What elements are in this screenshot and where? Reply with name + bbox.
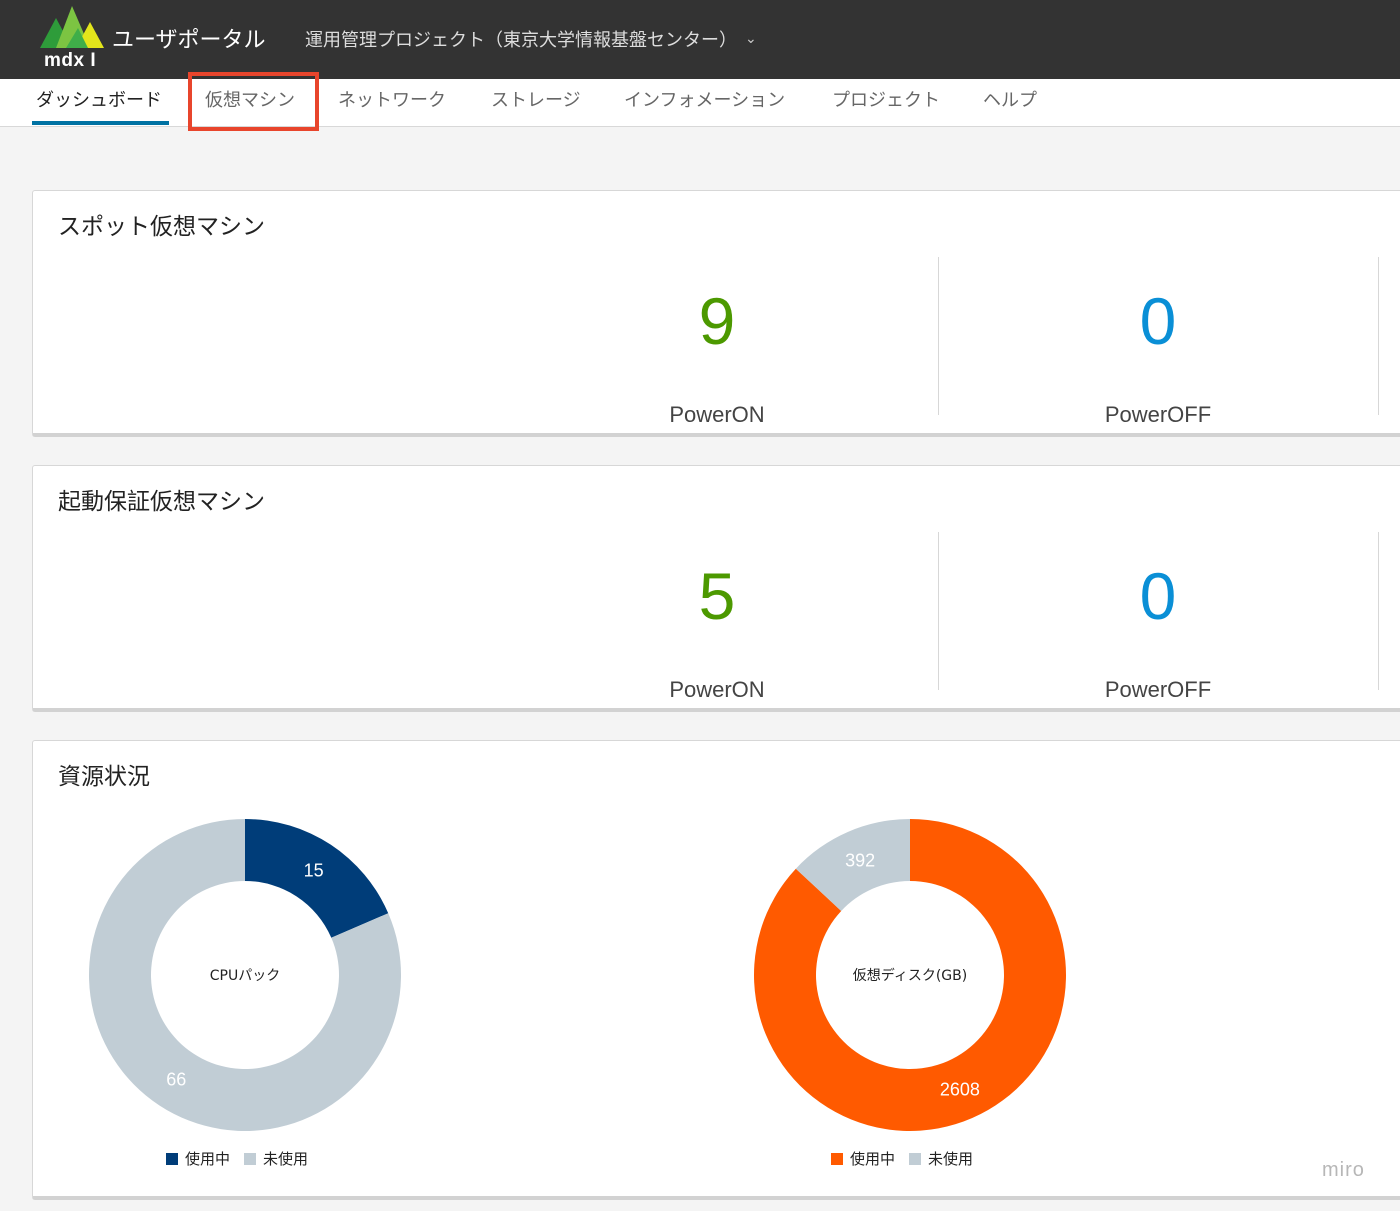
app-title: ユーザポータル (112, 28, 266, 53)
cpu-pack-donut-chart[interactable]: 15 66 CPUパック (88, 818, 402, 1132)
tab-information[interactable]: インフォメーション (624, 79, 785, 127)
miro-watermark: miro (1322, 1159, 1365, 1181)
power-off-label: PowerOFF (1104, 677, 1212, 702)
legend-item-unused[interactable]: 未使用 (244, 1148, 308, 1169)
chevron-down-icon: ⌄ (745, 31, 757, 47)
legend-label: 未使用 (928, 1150, 974, 1168)
legend-label: 使用中 (850, 1150, 896, 1168)
power-on-count: 9 (698, 284, 736, 358)
donut-center-title: 仮想ディスク(GB) (853, 967, 967, 984)
donut-value-label: 15 (304, 861, 324, 881)
power-off-count: 0 (1139, 559, 1177, 633)
project-name: 運用管理プロジェクト（東京大学情報基盤センター） (305, 30, 737, 51)
power-on-stat[interactable]: 9 PowerON (497, 288, 937, 428)
disk-chart-legend: 使用中 未使用 (831, 1148, 973, 1169)
donut-value-label: 66 (166, 1069, 186, 1089)
power-on-label: PowerON (669, 402, 765, 427)
power-on-label: PowerON (669, 677, 765, 702)
legend-swatch (166, 1152, 178, 1165)
tab-virtual-machines[interactable]: 仮想マシン (205, 79, 295, 127)
cpu-chart-legend: 使用中 未使用 (166, 1148, 308, 1169)
card-title: 資源状況 (58, 764, 150, 790)
legend-swatch (831, 1152, 843, 1165)
card-title: スポット仮想マシン (58, 214, 265, 240)
project-selector[interactable]: 運用管理プロジェクト（東京大学情報基盤センター） ⌄ (305, 26, 757, 52)
power-on-count: 5 (698, 559, 736, 633)
legend-swatch (909, 1152, 922, 1165)
main-nav: ダッシュボード 仮想マシン ネットワーク ストレージ インフォメーション プロジ… (0, 79, 1400, 127)
tab-storage[interactable]: ストレージ (491, 79, 581, 127)
power-off-stat[interactable]: 0 PowerOFF (938, 288, 1378, 428)
virtual-disk-donut-chart[interactable]: 2608 392 仮想ディスク(GB) (753, 818, 1067, 1132)
power-off-stat[interactable]: 0 PowerOFF (938, 563, 1378, 703)
tab-help[interactable]: ヘルプ (983, 79, 1037, 127)
donut-center-title: CPUパック (210, 968, 280, 984)
tab-network[interactable]: ネットワーク (338, 79, 446, 127)
card-title: 起動保証仮想マシン (58, 489, 265, 515)
tab-dashboard[interactable]: ダッシュボード (36, 79, 162, 127)
top-bar: mdx I ユーザポータル 運用管理プロジェクト（東京大学情報基盤センター） ⌄ (0, 0, 1400, 79)
legend-item-used[interactable]: 使用中 (166, 1148, 230, 1169)
logo-text: mdx I (44, 50, 97, 71)
legend-item-unused[interactable]: 未使用 (909, 1148, 973, 1169)
tab-project[interactable]: プロジェクト (832, 79, 940, 127)
power-on-stat[interactable]: 5 PowerON (497, 563, 937, 703)
guaranteed-vm-card: 起動保証仮想マシン 5 PowerON 0 PowerOFF (32, 465, 1400, 712)
donut-value-label: 392 (845, 850, 875, 870)
legend-label: 使用中 (185, 1150, 231, 1168)
spot-vm-card: スポット仮想マシン 9 PowerON 0 PowerOFF (32, 190, 1400, 437)
legend-item-used[interactable]: 使用中 (831, 1148, 895, 1169)
power-off-count: 0 (1139, 284, 1177, 358)
legend-label: 未使用 (263, 1150, 309, 1168)
divider (1378, 257, 1379, 415)
divider (1378, 532, 1379, 690)
donut-value-label: 2608 (940, 1080, 980, 1100)
active-tab-indicator (32, 121, 169, 125)
legend-swatch (244, 1152, 257, 1165)
power-off-label: PowerOFF (1104, 402, 1212, 427)
